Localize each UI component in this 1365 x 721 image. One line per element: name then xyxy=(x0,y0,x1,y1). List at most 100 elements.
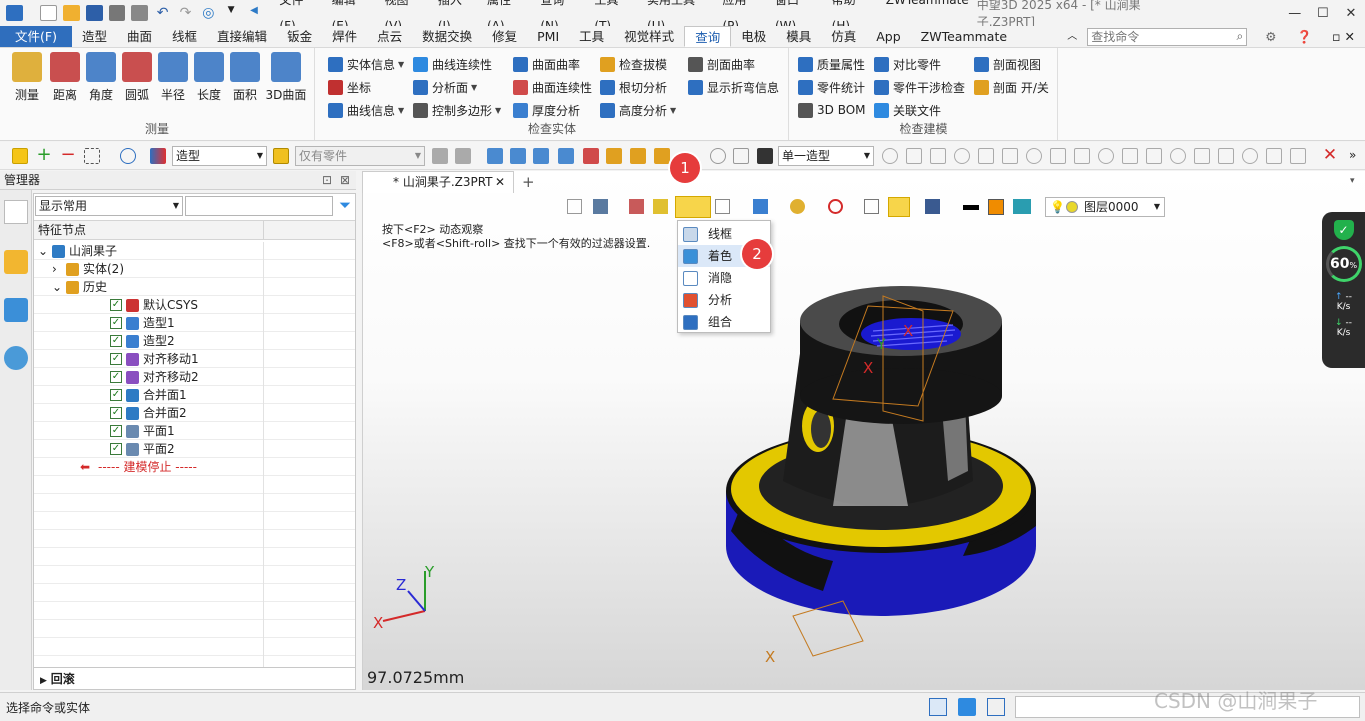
view-icon-7[interactable] xyxy=(790,199,805,214)
ribbon-tab[interactable]: PMI xyxy=(527,26,569,47)
tree-row[interactable]: ✓ 对齐移动1 xyxy=(34,350,355,368)
inspect-solid-button[interactable]: 高度分析 ▼ xyxy=(600,100,676,120)
remove-icon[interactable]: − xyxy=(60,146,76,164)
filter-field[interactable] xyxy=(185,196,333,216)
tool-icon-b[interactable] xyxy=(455,148,471,164)
ribbon-tab[interactable]: 视觉样式 xyxy=(614,26,684,47)
view-icon-8[interactable] xyxy=(828,199,843,214)
color-black-swatch[interactable] xyxy=(963,205,979,210)
close-manager-icon[interactable]: ⊠ xyxy=(340,171,350,190)
file-menu-button[interactable]: 文件(F) xyxy=(0,26,72,47)
ribbon-tab[interactable]: 电极 xyxy=(731,26,776,47)
select-arrow-icon[interactable] xyxy=(12,148,28,164)
inspect-model-button[interactable]: 剖面视图 xyxy=(974,54,1041,74)
back-arrow-icon[interactable]: ◀ xyxy=(246,5,263,21)
tool-icon-m[interactable] xyxy=(757,148,773,164)
ribbon-tab[interactable]: 焊件 xyxy=(322,26,367,47)
tool-icon-a[interactable] xyxy=(432,148,448,164)
snap-tool-icon[interactable] xyxy=(978,148,994,164)
inspect-model-button[interactable]: 对比零件 xyxy=(874,54,941,74)
tool-icon-c[interactable] xyxy=(487,148,503,164)
inspect-solid-button[interactable]: 分析面 ▼ xyxy=(413,77,477,97)
snap-tool-icon[interactable] xyxy=(1290,148,1306,164)
view-icon-3[interactable] xyxy=(629,199,644,214)
view-icon-11[interactable] xyxy=(925,199,940,214)
chevron-down-icon[interactable]: ⌄ xyxy=(38,242,48,260)
visibility-checkbox[interactable]: ✓ xyxy=(110,425,122,437)
regen-icon[interactable]: ◎ xyxy=(200,5,217,21)
chevron-down-icon[interactable]: ▼ xyxy=(495,106,501,115)
inspect-solid-button[interactable]: 曲线信息 ▼ xyxy=(328,100,404,120)
render-mode-button[interactable] xyxy=(675,196,711,218)
chevron-down-icon[interactable]: ▼ xyxy=(670,106,676,115)
layer-combo[interactable]: 💡 图层0000 ▼ xyxy=(1045,197,1165,217)
filter-funnel-icon[interactable]: ⏷ xyxy=(335,196,355,216)
measure-button[interactable]: 半径 xyxy=(156,52,190,103)
tool-icon-g[interactable] xyxy=(583,148,599,164)
inspect-model-button[interactable]: 零件统计 xyxy=(798,77,865,97)
tree-row[interactable]: ✓ 默认CSYS xyxy=(34,296,355,314)
visibility-checkbox[interactable]: ✓ xyxy=(110,371,122,383)
new-tab-icon[interactable]: + xyxy=(522,173,535,191)
inspect-solid-button[interactable]: 坐标 xyxy=(328,77,371,97)
search-icon[interactable]: ⌕ xyxy=(1237,29,1244,44)
measure-button[interactable]: 面积 xyxy=(228,52,262,103)
maximize-button[interactable]: ☐ xyxy=(1309,6,1337,21)
tree-row[interactable]: ✓ 平面2 xyxy=(34,440,355,458)
box-select-icon[interactable] xyxy=(84,148,100,164)
view-icon-10[interactable] xyxy=(888,197,910,217)
visibility-checkbox[interactable]: ✓ xyxy=(110,443,122,455)
print-icon[interactable] xyxy=(108,5,126,21)
inspect-solid-button[interactable]: 控制多边形 ▼ xyxy=(413,100,501,120)
model-stop-row[interactable]: ⬅ ----- 建模停止 ----- xyxy=(34,458,355,476)
inspect-solid-button[interactable]: 显示折弯信息 xyxy=(688,77,779,97)
view-icon-2[interactable] xyxy=(593,199,608,214)
snap-tool-icon[interactable] xyxy=(1194,148,1210,164)
chevron-down-icon[interactable]: ▼ xyxy=(398,60,404,69)
snap-tool-icon[interactable] xyxy=(1266,148,1282,164)
visibility-checkbox[interactable]: ✓ xyxy=(110,299,122,311)
inspect-solid-button[interactable]: 剖面曲率 xyxy=(688,54,755,74)
ribbon-tab[interactable]: 仿真 xyxy=(821,26,866,47)
status-icon-1[interactable] xyxy=(929,698,947,716)
measure-button[interactable]: 角度 xyxy=(84,52,118,103)
view-icon-1[interactable] xyxy=(567,199,582,214)
tree-row[interactable]: ⌄ 山涧果子 xyxy=(34,242,355,260)
visibility-checkbox[interactable]: ✓ xyxy=(110,317,122,329)
render-mode-option[interactable]: 组合 xyxy=(678,311,770,333)
close-doc-icon[interactable]: ✕ xyxy=(495,172,505,193)
snap-tool-icon[interactable] xyxy=(1026,148,1042,164)
ribbon-tab[interactable]: 造型 xyxy=(72,26,117,47)
inspect-model-button[interactable]: 3D BOM xyxy=(798,100,866,120)
close-red-icon[interactable]: ✕ xyxy=(1322,147,1338,164)
inspect-solid-button[interactable]: 曲线连续性 xyxy=(413,54,492,74)
tool-icon-h[interactable] xyxy=(606,148,622,164)
redo-icon[interactable]: ↷ xyxy=(177,5,194,21)
rollback-bar[interactable]: ▶ 回滚 xyxy=(34,667,355,689)
render-mode-option[interactable]: 分析 xyxy=(678,289,770,311)
measure-button[interactable]: 长度 xyxy=(192,52,226,103)
snap-tool-icon[interactable] xyxy=(1242,148,1258,164)
view-icon-4[interactable] xyxy=(653,199,668,214)
inspect-model-button[interactable]: 关联文件 xyxy=(874,100,941,120)
ribbon-tab[interactable]: 工具 xyxy=(569,26,614,47)
search-input[interactable] xyxy=(1088,29,1224,45)
tool-icon-j[interactable] xyxy=(654,148,670,164)
snap-tool-icon[interactable] xyxy=(1218,148,1234,164)
view-icon-12[interactable] xyxy=(1013,199,1031,214)
measure-button[interactable]: 测量 xyxy=(10,52,44,103)
snap-tool-icon[interactable] xyxy=(1002,148,1018,164)
tree-row[interactable]: ✓ 造型1 xyxy=(34,314,355,332)
save-icon[interactable] xyxy=(85,5,103,21)
graphics-viewport[interactable]: X Y X X X Y Z 按下<F2> 动态观察 <F8>或者<Shift-r… xyxy=(362,171,1365,690)
ribbon-tab[interactable]: 曲面 xyxy=(117,26,162,47)
chevron-down-icon[interactable]: ⌄ xyxy=(52,278,62,296)
tool-icon-i[interactable] xyxy=(630,148,646,164)
parts-combo[interactable]: 仅有零件 ▼ xyxy=(295,146,425,166)
visibility-checkbox[interactable]: ✓ xyxy=(110,407,122,419)
measure-button[interactable]: 距离 xyxy=(48,52,82,103)
more-tools-icon[interactable]: » xyxy=(1349,148,1365,164)
snap-tool-icon[interactable] xyxy=(1098,148,1114,164)
snap-tool-icon[interactable] xyxy=(954,148,970,164)
chevron-down-icon[interactable]: ▼ xyxy=(398,106,404,115)
